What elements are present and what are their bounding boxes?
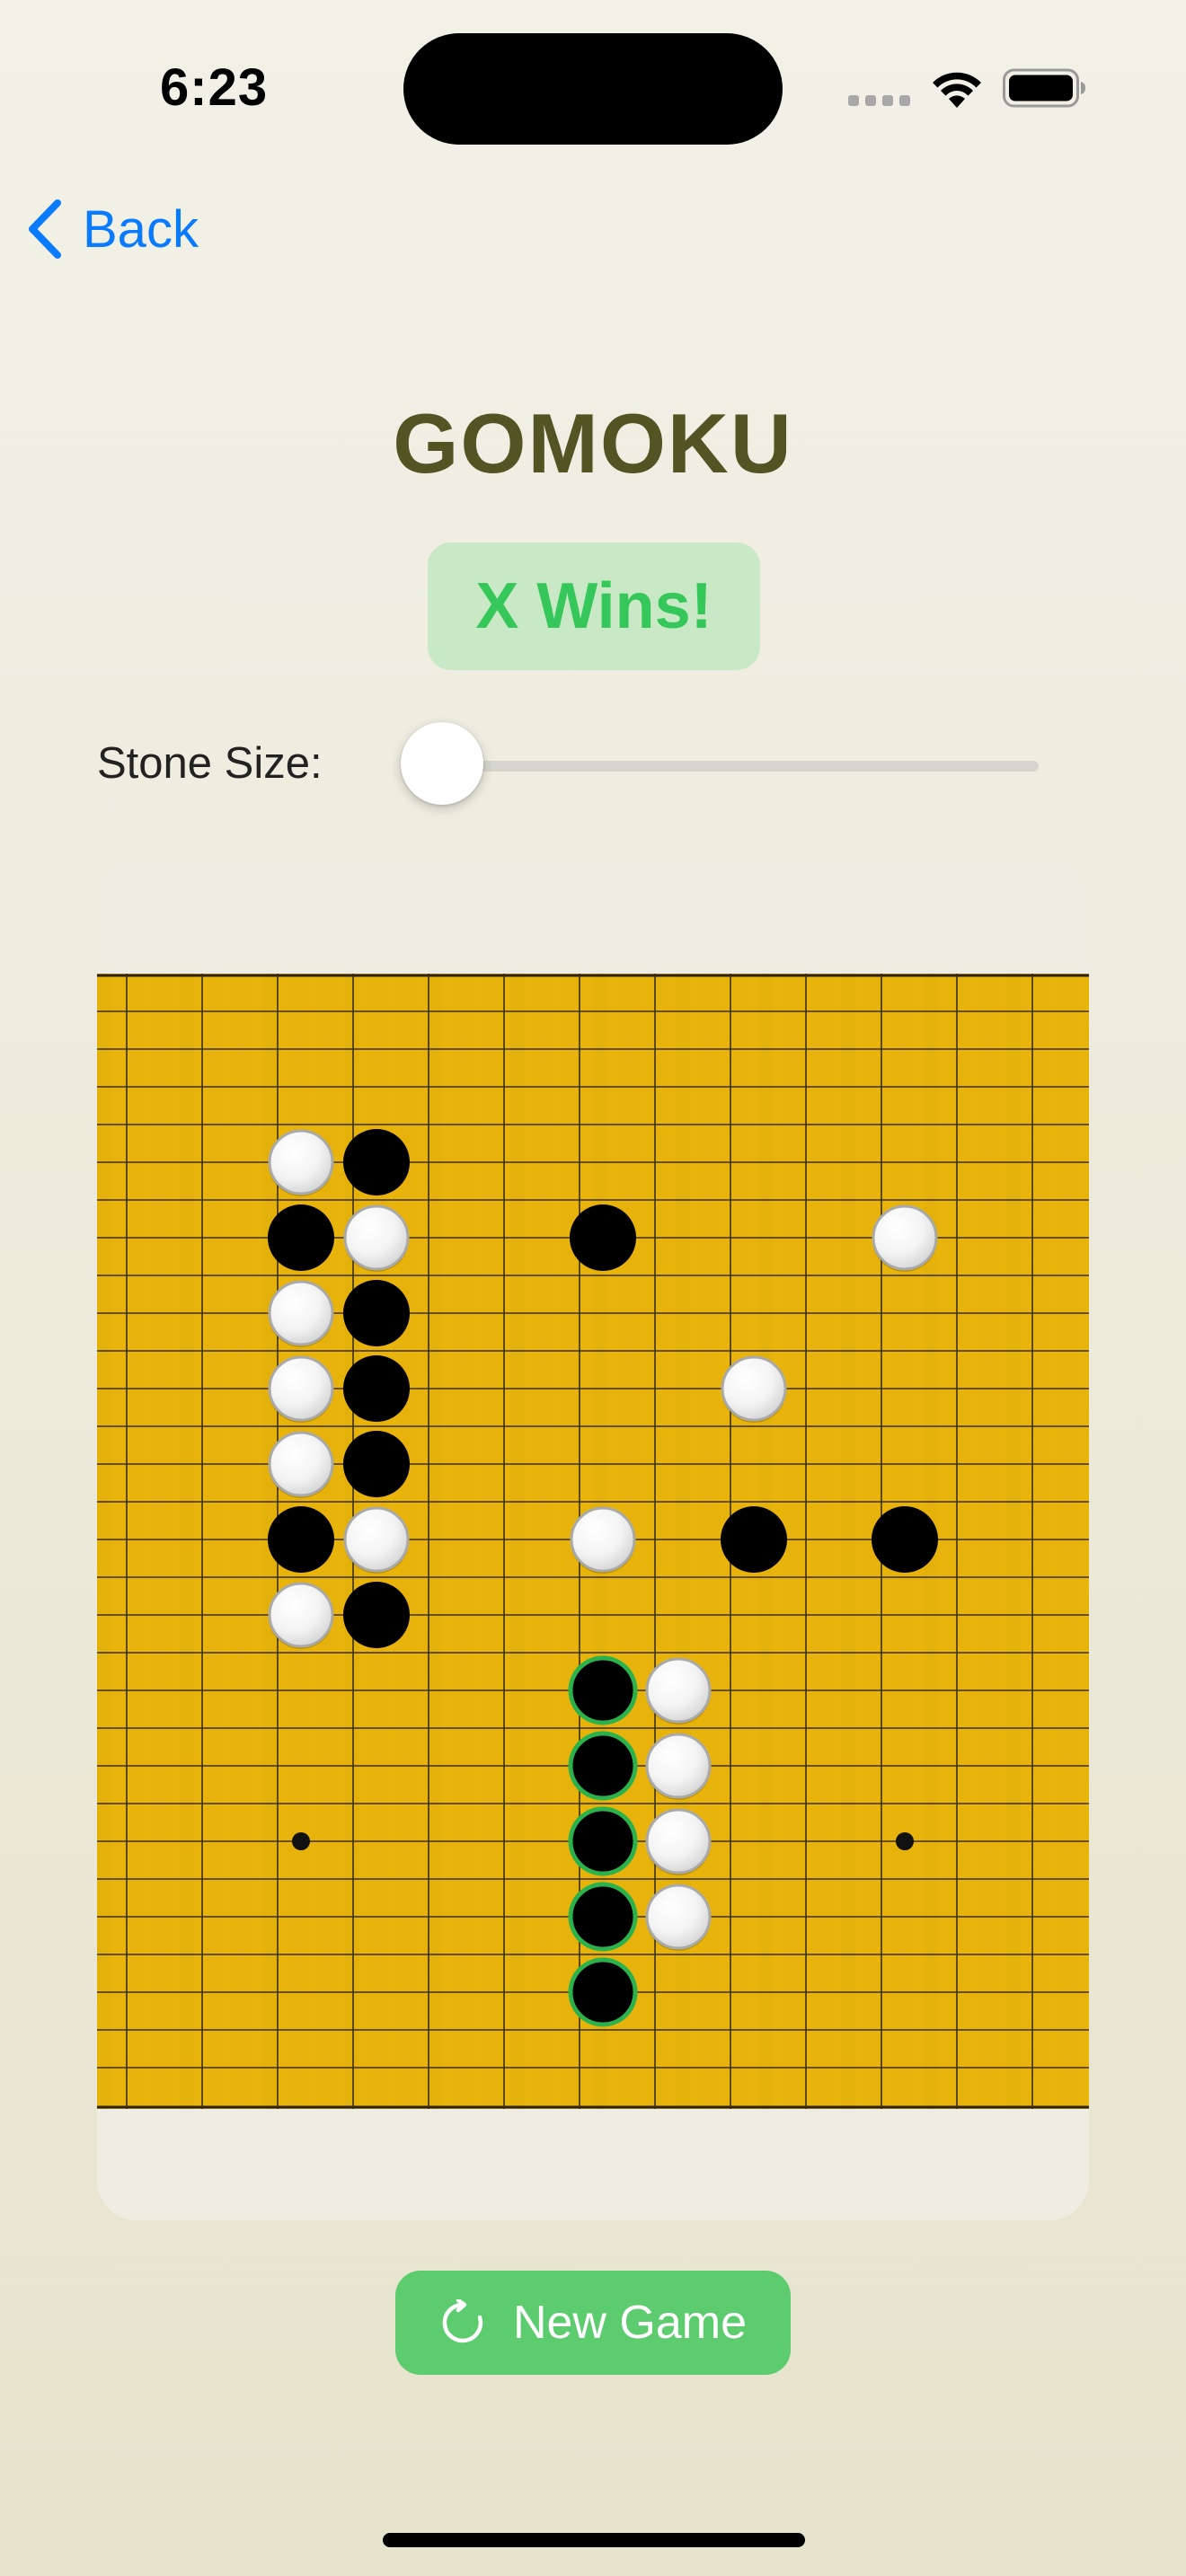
game-status-badge: X Wins! (428, 543, 760, 670)
white-stone (268, 1355, 334, 1422)
wood-grain (455, 974, 469, 2109)
wood-grain (1033, 974, 1048, 2109)
star-point (896, 1832, 914, 1850)
new-game-label: New Game (512, 2297, 748, 2349)
wood-grain (180, 974, 194, 2109)
black-stone (570, 1204, 636, 1271)
gomoku-board[interactable] (0, 974, 1186, 2109)
wood-grain (1006, 974, 1021, 2109)
wood-grain (207, 974, 221, 2109)
wood-grain (428, 974, 442, 2109)
black-stone (268, 1204, 334, 1271)
black-stone (721, 1506, 787, 1573)
white-stone (645, 1808, 712, 1875)
star-point (292, 1832, 310, 1850)
white-stone (645, 1657, 712, 1724)
white-stone (645, 1733, 712, 1799)
back-label: Back (83, 199, 199, 259)
chevron-left-icon (29, 199, 61, 259)
white-stone (268, 1280, 334, 1346)
wood-grain (235, 974, 249, 2109)
white-stone (343, 1204, 410, 1271)
stone-size-slider-thumb[interactable] (401, 722, 483, 805)
black-stone (343, 1431, 410, 1497)
white-stone (268, 1431, 334, 1497)
wood-grain (951, 974, 965, 2109)
back-button[interactable]: Back (20, 189, 199, 269)
white-stone (872, 1204, 938, 1271)
white-stone (721, 1355, 787, 1422)
black-stone (343, 1355, 410, 1422)
wood-grain (537, 974, 552, 2109)
wood-grain (1061, 974, 1075, 2109)
black-stone (343, 1129, 410, 1195)
white-stone (570, 1506, 636, 1573)
battery-icon (1003, 68, 1085, 108)
black-stone (872, 1506, 938, 1573)
home-indicator (383, 2533, 805, 2547)
black-stone (268, 1506, 334, 1573)
wood-grain (703, 974, 717, 2109)
black-stone (343, 1280, 410, 1346)
white-stone (268, 1129, 334, 1195)
wood-grain (510, 974, 525, 2109)
new-game-button[interactable]: New Game (395, 2271, 791, 2375)
white-stone (268, 1582, 334, 1648)
wood-grain (978, 974, 993, 2109)
wood-grain (97, 974, 111, 2109)
cellular-signal-icon (848, 95, 911, 106)
stone-size-slider-track[interactable] (440, 761, 1039, 772)
black-stone (343, 1582, 410, 1648)
game-status-text: X Wins! (475, 570, 712, 642)
refresh-icon (442, 2299, 483, 2343)
white-stone (343, 1506, 410, 1573)
wood-grain (841, 974, 855, 2109)
status-time: 6:23 (160, 58, 269, 117)
white-stone (645, 1883, 712, 1950)
stone-size-label: Stone Size: (97, 739, 323, 788)
page-title: GOMOKU (393, 396, 793, 490)
wood-grain (482, 974, 497, 2109)
wifi-icon (933, 72, 981, 108)
dynamic-island (403, 33, 783, 145)
wood-grain (152, 974, 166, 2109)
wood-grain (785, 974, 800, 2109)
wood-grain (813, 974, 828, 2109)
